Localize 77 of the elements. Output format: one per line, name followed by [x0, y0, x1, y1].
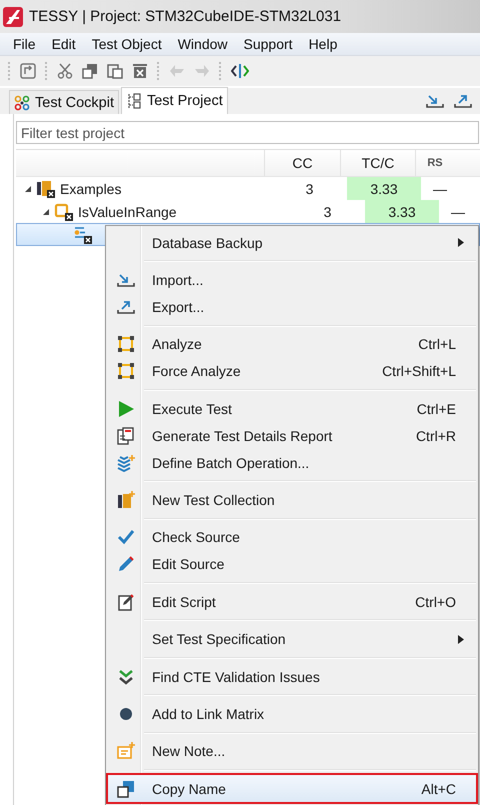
table-cell: 3.33	[347, 177, 421, 200]
analyze-icon	[117, 362, 135, 380]
menu-item[interactable]: Test Object	[84, 36, 169, 52]
new-collection-icon	[117, 491, 135, 509]
menu-item[interactable]: Set Test Specification	[108, 626, 476, 653]
menu-item[interactable]: Edit	[44, 36, 83, 52]
tree-structure-icon	[126, 93, 142, 109]
column-header[interactable]: CC	[264, 150, 340, 176]
tree-label: IsValueInRange	[78, 204, 177, 220]
copy-icon[interactable]	[82, 63, 98, 79]
menu-item[interactable]: Execute Test Ctrl+E	[108, 395, 476, 422]
column-header[interactable]: TC/C	[340, 150, 415, 176]
menu-item[interactable]: Window	[170, 36, 235, 52]
column-header[interactable]: RS	[415, 150, 454, 176]
double-check-icon	[117, 668, 135, 686]
menu-item[interactable]: Support	[236, 36, 300, 52]
import-icon	[117, 272, 135, 288]
edit-script-icon	[117, 592, 135, 611]
paste-icon[interactable]	[107, 63, 123, 79]
table-cell: 3.33	[365, 200, 439, 223]
report-icon	[117, 426, 135, 445]
tree-row[interactable]: Examples 3 3.33 —	[16, 177, 480, 200]
menu-item[interactable]: Import...	[108, 266, 476, 294]
menu-item[interactable]: Add to Link Matrix	[108, 700, 476, 728]
shortcut-label: Ctrl+L	[418, 336, 456, 352]
module-icon	[54, 202, 74, 220]
menu-item[interactable]: New Test Collection	[108, 486, 476, 514]
checkmark-icon	[117, 529, 135, 546]
test-object-icon	[73, 226, 93, 244]
app-logo-icon	[3, 6, 23, 26]
expand-arrow-icon[interactable]	[24, 184, 32, 192]
menu-item[interactable]: Edit Script Ctrl+O	[108, 588, 476, 616]
refresh-icon[interactable]	[20, 63, 36, 79]
table-cell-text: 3	[304, 180, 314, 198]
menu-item[interactable]: Copy Name Alt+C	[108, 775, 476, 802]
delete-icon[interactable]	[132, 63, 148, 79]
menu-item[interactable]: Help	[302, 36, 344, 52]
layers-icon	[117, 454, 135, 472]
menu-item[interactable]: Generate Test Details Report Ctrl+R	[108, 422, 476, 450]
filter-field[interactable]: Filter test project	[16, 121, 479, 144]
table-cell-text: —	[432, 180, 448, 198]
menu-item[interactable]: Database Backup	[108, 229, 476, 256]
tab[interactable]: Test Cockpit	[9, 90, 119, 114]
shortcut-label: Ctrl+R	[416, 428, 456, 444]
tree-label: Examples	[60, 180, 122, 196]
analyze-icon	[117, 335, 135, 354]
copy-icon	[117, 780, 135, 798]
menu-item[interactable]: New Note...	[108, 738, 476, 765]
play-icon	[117, 400, 135, 418]
dot-icon	[119, 706, 133, 721]
menu-item[interactable]: Export...	[108, 293, 476, 320]
tab[interactable]: Test Project	[120, 87, 228, 114]
expand-arrow-icon[interactable]	[42, 208, 50, 216]
menu-item[interactable]: Check Source	[108, 524, 476, 551]
collection-icon	[36, 180, 56, 198]
menu-item[interactable]: Find CTE Validation Issues	[108, 663, 476, 690]
pencil-icon	[117, 555, 135, 574]
cut-icon[interactable]	[57, 63, 73, 79]
import-icon[interactable]	[426, 93, 444, 109]
menu-item[interactable]: File	[6, 36, 43, 52]
shortcut-label: Ctrl+E	[416, 400, 456, 417]
table-cell-text: —	[450, 202, 466, 222]
shortcut-label: Ctrl+O	[415, 594, 456, 610]
menu-item[interactable]: Force Analyze Ctrl+Shift+L	[108, 358, 476, 385]
shortcut-label: Alt+C	[421, 780, 456, 797]
export-icon[interactable]	[454, 93, 472, 109]
split-view-icon[interactable]	[231, 63, 249, 79]
tree-row[interactable]: IsValueInRange 3 3.33 —	[16, 200, 480, 223]
table-cell-text: 3	[322, 202, 332, 222]
new-note-icon	[117, 742, 135, 760]
window-title: TESSY | Project: STM32CubeIDE-STM32L031	[29, 8, 342, 25]
shortcut-label: Ctrl+Shift+L	[382, 363, 456, 380]
menu-item[interactable]: Edit Source	[108, 550, 476, 578]
menu-item[interactable]: Define Batch Operation...	[108, 449, 476, 476]
export-icon	[117, 298, 135, 315]
circles-icon	[14, 94, 30, 110]
menu-item[interactable]: Analyze Ctrl+L	[108, 330, 476, 358]
